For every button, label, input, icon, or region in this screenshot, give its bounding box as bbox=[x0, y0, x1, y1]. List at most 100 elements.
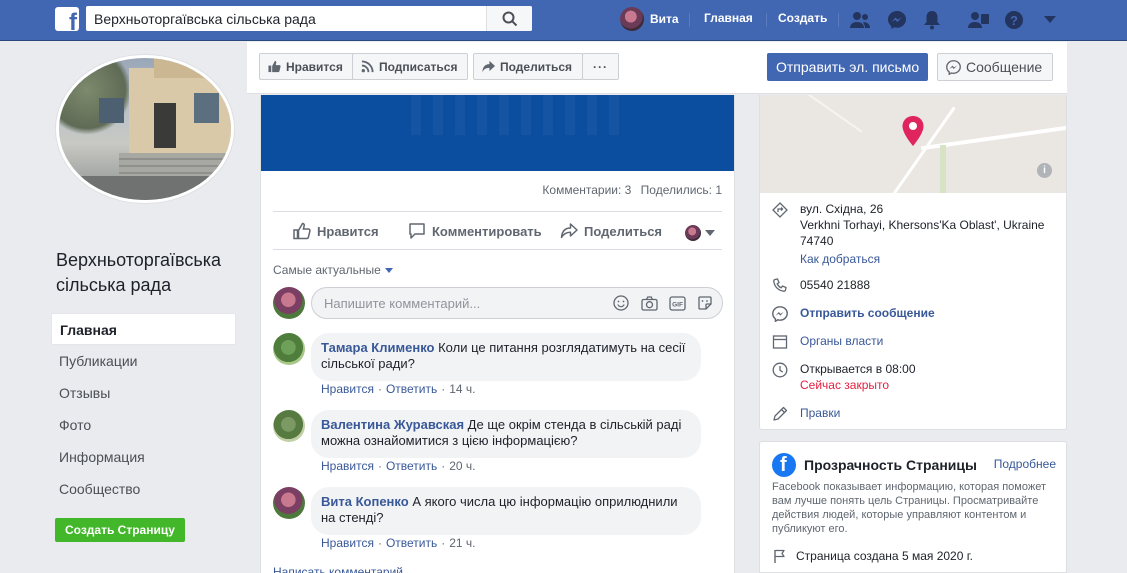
user-avatar bbox=[685, 225, 701, 241]
side-nav-photos[interactable]: Фото bbox=[51, 409, 236, 441]
post-share-button[interactable]: Поделиться bbox=[560, 222, 662, 240]
top-navigation-bar: f Вита Главная Создать ? bbox=[0, 0, 1127, 41]
post-like-label: Нравится bbox=[317, 223, 379, 239]
address-line-2: Verkhni Torhayi, Khersons'Ka Oblast', Uk… bbox=[800, 218, 1045, 232]
comments-count[interactable]: Комментарии: 3 bbox=[542, 183, 631, 197]
post-image[interactable] bbox=[261, 95, 734, 171]
comment-bubble: Тамара Клименко Коли це питання розгляда… bbox=[311, 333, 701, 381]
post-like-button[interactable]: Нравится bbox=[293, 222, 379, 240]
share-icon bbox=[482, 60, 495, 73]
gif-icon[interactable]: GIF bbox=[668, 294, 686, 312]
comment-reply-link[interactable]: Ответить bbox=[386, 382, 437, 396]
side-nav-about[interactable]: Информация bbox=[51, 441, 236, 473]
facebook-logo-icon[interactable]: f bbox=[55, 7, 79, 31]
sticker-icon[interactable] bbox=[696, 294, 714, 312]
suggest-edits-link[interactable]: Правки bbox=[800, 405, 840, 422]
location-icon bbox=[772, 202, 788, 218]
commenter-avatar[interactable] bbox=[273, 333, 305, 365]
shares-count[interactable]: Поделились: 1 bbox=[641, 183, 722, 197]
share-page-label: Поделиться bbox=[500, 59, 573, 74]
send-email-button[interactable]: Отправить эл. письмо bbox=[767, 53, 929, 81]
transparency-title: Прозрачность Страницы bbox=[804, 457, 977, 473]
nav-home-link[interactable]: Главная bbox=[704, 11, 753, 25]
friends-icon[interactable] bbox=[849, 9, 871, 31]
search-input[interactable] bbox=[86, 6, 481, 31]
side-nav-community[interactable]: Сообщество bbox=[51, 473, 236, 505]
post-card: Комментарии: 3 Поделились: 1 Нравится Ко… bbox=[260, 95, 735, 573]
post-as-selector[interactable] bbox=[685, 225, 721, 241]
more-options-button[interactable]: ··· bbox=[582, 53, 619, 80]
page-action-bar: Нравится Подписаться Поделиться ··· Отпр… bbox=[247, 42, 1067, 94]
share-icon bbox=[560, 223, 578, 239]
send-message-link[interactable]: Отправить сообщение bbox=[800, 305, 935, 322]
nav-profile-link[interactable]: Вита bbox=[620, 7, 679, 31]
category-icon bbox=[772, 335, 788, 349]
facebook-logo-icon: f bbox=[772, 453, 796, 477]
comment-time[interactable]: 21 ч. bbox=[449, 536, 475, 550]
emoji-icon[interactable] bbox=[612, 294, 630, 312]
commenter-avatar[interactable] bbox=[273, 487, 305, 519]
side-nav-reviews[interactable]: Отзывы bbox=[51, 377, 236, 409]
phone-number[interactable]: 05540 21888 bbox=[800, 277, 870, 294]
nav-separator bbox=[689, 13, 690, 27]
comment-time[interactable]: 14 ч. bbox=[449, 382, 475, 396]
messenger-icon[interactable] bbox=[886, 9, 908, 31]
opening-hours[interactable]: Открывается в 08:00 bbox=[800, 361, 916, 377]
pencil-icon bbox=[773, 406, 788, 421]
page-profile-picture[interactable] bbox=[56, 55, 234, 203]
help-icon[interactable]: ? bbox=[1003, 9, 1025, 31]
side-nav-posts[interactable]: Публикации bbox=[51, 345, 236, 377]
phone-icon bbox=[773, 278, 787, 292]
bell-icon[interactable] bbox=[921, 9, 943, 31]
clock-icon bbox=[772, 362, 788, 378]
comment-input[interactable] bbox=[312, 288, 592, 318]
category-row: Органы власти bbox=[772, 333, 1062, 350]
post-comment-label: Комментировать bbox=[432, 223, 542, 239]
follow-page-button[interactable]: Подписаться bbox=[352, 53, 469, 80]
search-button[interactable] bbox=[486, 6, 532, 31]
search-box bbox=[86, 6, 532, 31]
open-status: Сейчас закрыто bbox=[800, 378, 890, 392]
create-page-button[interactable]: Создать Страницу bbox=[55, 518, 185, 542]
comment-reply-link[interactable]: Ответить bbox=[386, 536, 437, 550]
follow-page-label: Подписаться bbox=[379, 59, 458, 74]
post-comment-button[interactable]: Комментировать bbox=[408, 222, 542, 240]
comment-author[interactable]: Тамара Клименко bbox=[321, 340, 434, 355]
comment-author[interactable]: Вита Копенко bbox=[321, 494, 409, 509]
thumbs-up-icon bbox=[268, 60, 281, 73]
comment-icon bbox=[409, 223, 425, 239]
comment-time[interactable]: 20 ч. bbox=[449, 459, 475, 473]
hours-row: Открывается в 08:00 Сейчас закрыто bbox=[772, 361, 1062, 393]
transparency-more-link[interactable]: Подробнее bbox=[994, 457, 1056, 471]
building-photo bbox=[59, 58, 231, 200]
send-message-button[interactable]: Сообщение bbox=[937, 53, 1054, 81]
comment-like-link[interactable]: Нравится bbox=[321, 536, 374, 550]
pages-icon[interactable] bbox=[968, 9, 990, 31]
write-comment-link[interactable]: Написать комментарий bbox=[273, 565, 403, 573]
share-page-button[interactable]: Поделиться bbox=[473, 53, 584, 80]
post-share-label: Поделиться bbox=[584, 223, 663, 239]
comment-reply-link[interactable]: Ответить bbox=[386, 459, 437, 473]
side-nav-home[interactable]: Главная bbox=[51, 313, 236, 345]
like-page-button[interactable]: Нравится bbox=[259, 53, 354, 80]
post-reaction-bar: Нравится Комментировать Поделиться bbox=[273, 215, 722, 249]
caret-down-icon[interactable] bbox=[1039, 9, 1061, 31]
camera-icon[interactable] bbox=[640, 294, 658, 312]
page-title[interactable]: Верхньоторгаївська сільська рада bbox=[56, 248, 236, 298]
transparency-description: Facebook показывает информацию, которая … bbox=[772, 481, 1046, 535]
nav-separator bbox=[838, 13, 839, 27]
category-link[interactable]: Органы власти bbox=[800, 333, 883, 350]
comment-like-link[interactable]: Нравится bbox=[321, 459, 374, 473]
caret-down-icon bbox=[384, 267, 393, 273]
comment-sort-dropdown[interactable]: Самые актуальные bbox=[273, 263, 393, 277]
get-directions-link[interactable]: Как добраться bbox=[800, 251, 1044, 267]
comment-like-link[interactable]: Нравится bbox=[321, 382, 374, 396]
commenter-avatar[interactable] bbox=[273, 410, 305, 442]
thumbs-up-icon bbox=[293, 222, 311, 240]
location-map[interactable]: i bbox=[760, 95, 1066, 193]
map-info-icon[interactable]: i bbox=[1037, 163, 1052, 178]
comment-actions: Нравится · Ответить · 21 ч. bbox=[321, 536, 476, 550]
nav-create-link[interactable]: Создать bbox=[778, 11, 827, 25]
user-avatar bbox=[620, 7, 644, 31]
comment-author[interactable]: Валентина Журавская bbox=[321, 417, 464, 432]
